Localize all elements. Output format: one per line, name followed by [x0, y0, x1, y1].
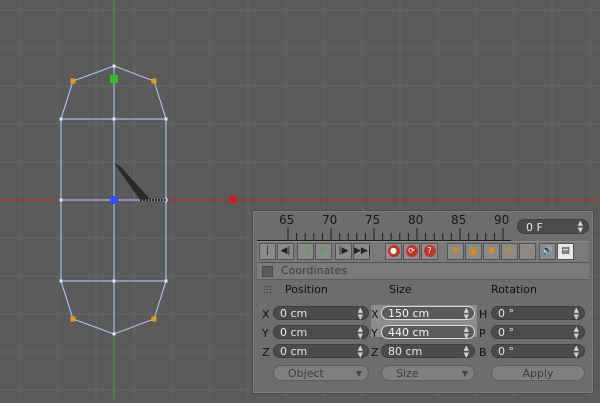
step-forward-icon[interactable]: |▶: [335, 243, 352, 260]
autokeying-icon[interactable]: ⟳: [403, 243, 420, 260]
y-size-handle: [110, 75, 118, 83]
size-z-value: 80 cm: [388, 345, 423, 358]
tangent-handle: [70, 316, 76, 322]
size-mode-value: Size: [396, 367, 419, 380]
capsule-vertex: [112, 332, 116, 336]
size-column-header: Size: [389, 283, 412, 296]
size-y-value: 440 cm: [388, 326, 430, 339]
frame-stepper-icon[interactable]: ▲ ▼: [578, 220, 583, 234]
keyframe-selection-icon[interactable]: ?: [421, 243, 438, 260]
coordinates-manager: Coordinates Position Size Rotation X 0 c…: [257, 263, 589, 391]
size-y-stepper-icon[interactable]: ▲ ▼: [464, 326, 469, 340]
position-key-icon[interactable]: ✥: [447, 243, 464, 260]
timeline-tick-label: 80: [408, 213, 424, 227]
tangent-handle: [151, 316, 157, 322]
x-size-handle: [230, 196, 237, 203]
timeline-ruler[interactable]: 65 70 75 80 85 90 0 F ▲ ▼: [257, 213, 589, 241]
position-z-field[interactable]: 0 cm ▲ ▼: [273, 344, 369, 359]
size-z-stepper-icon[interactable]: ▲ ▼: [464, 345, 469, 359]
play-backwards-icon[interactable]: ◁: [297, 243, 314, 260]
position-z-value: 0 cm: [280, 345, 308, 358]
animation-layout-icon[interactable]: ▤: [557, 243, 574, 260]
size-z-field[interactable]: 80 cm ▲ ▼: [381, 344, 475, 359]
rotation-h-value: 0 °: [498, 307, 514, 320]
position-y-value: 0 cm: [280, 326, 308, 339]
rotation-p-stepper-icon[interactable]: ▲ ▼: [574, 326, 579, 340]
position-y-stepper-icon[interactable]: ▲ ▼: [358, 326, 363, 340]
rotation-h-label: H: [479, 308, 488, 321]
tangent-handle: [70, 78, 76, 84]
position-column-header: Position: [285, 283, 328, 296]
position-x-label: X: [262, 308, 270, 321]
go-to-start-icon[interactable]: |◀◀: [259, 243, 276, 271]
size-x-field[interactable]: 150 cm ▲ ▼: [381, 306, 475, 321]
capsule-vertex: [59, 279, 63, 283]
capsule-vertex: [164, 117, 168, 121]
position-x-value: 0 cm: [280, 307, 308, 320]
size-x-value: 150 cm: [388, 307, 430, 320]
step-back-icon[interactable]: ◀|: [277, 243, 294, 260]
parameter-key-icon[interactable]: Ⓟ: [501, 243, 518, 260]
object-center-handle: [110, 196, 118, 204]
position-z-stepper-icon[interactable]: ▲ ▼: [358, 345, 363, 359]
timeline-tick-label: 75: [365, 213, 381, 227]
rotation-p-label: P: [479, 327, 486, 340]
timeline-coordinates-panel: 65 70 75 80 85 90 0 F ▲▼ |◀◀ ◀| ◁ ▷ |▶ ▶…: [252, 210, 594, 394]
rotation-b-field[interactable]: 0 ° ▲ ▼: [491, 344, 585, 359]
timeline-tick-label: 70: [322, 213, 338, 227]
go-to-end-icon[interactable]: ▶▶|: [353, 243, 371, 260]
capsule-vertex: [59, 117, 63, 121]
tangent-handle: [151, 78, 157, 84]
coordinate-mode-dropdown[interactable]: Object ▼: [273, 365, 369, 381]
position-z-label: Z: [262, 346, 270, 359]
timeline-tick-label: 65: [279, 213, 295, 227]
size-x-label: X: [371, 308, 379, 321]
position-x-stepper-icon[interactable]: ▲ ▼: [358, 307, 363, 321]
capsule-vertex: [112, 117, 116, 121]
position-y-field[interactable]: 0 cm ▲ ▼: [273, 325, 369, 340]
timeline-tick-label: 90: [494, 213, 510, 227]
current-frame-field[interactable]: 0 F ▲ ▼: [517, 219, 589, 234]
timeline-ruler-ticks[interactable]: [257, 213, 511, 241]
size-y-label: Y: [371, 327, 378, 340]
point-level-key-icon[interactable]: ⁙: [519, 243, 536, 260]
current-frame-value: 0 F: [526, 221, 543, 234]
apply-button[interactable]: Apply: [491, 365, 585, 381]
coordinates-toggle-checkbox[interactable]: [262, 266, 273, 277]
grip-icon[interactable]: [263, 285, 273, 295]
rotation-b-label: B: [479, 346, 487, 359]
rotation-h-field[interactable]: 0 ° ▲ ▼: [491, 306, 585, 321]
size-z-label: Z: [371, 346, 379, 359]
coordinates-title: Coordinates: [281, 264, 348, 277]
coordinates-header[interactable]: Coordinates: [257, 263, 589, 280]
capsule-vertex: [164, 279, 168, 283]
timeline-tick-label: 85: [451, 213, 467, 227]
chevron-down-icon: ▼: [355, 369, 362, 378]
rotation-key-icon[interactable]: ✺: [483, 243, 500, 260]
size-y-field[interactable]: 440 cm ▲ ▼: [381, 325, 475, 340]
scale-key-icon[interactable]: ▣: [465, 243, 482, 260]
rotation-h-stepper-icon[interactable]: ▲ ▼: [574, 307, 579, 321]
capsule-vertex: [59, 198, 63, 202]
coordinate-mode-value: Object: [288, 367, 324, 380]
rotation-b-stepper-icon[interactable]: ▲ ▼: [574, 345, 579, 359]
position-x-field[interactable]: 0 cm ▲ ▼: [273, 306, 369, 321]
capsule-vertex: [112, 279, 116, 283]
size-x-stepper-icon[interactable]: ▲ ▼: [464, 307, 469, 321]
shading-wedge: [114, 163, 150, 200]
size-mode-dropdown[interactable]: Size ▼: [381, 365, 475, 381]
position-y-label: Y: [262, 327, 269, 340]
rotation-p-field[interactable]: 0 ° ▲ ▼: [491, 325, 585, 340]
record-active-objects-icon[interactable]: ●: [385, 243, 402, 260]
chevron-down-icon: ▼: [461, 369, 468, 378]
sound-icon[interactable]: 🔊: [539, 243, 556, 260]
transport-toolbar: |◀◀ ◀| ◁ ▷ |▶ ▶▶| ● ⟳ ? ✥ ▣ ✺ Ⓟ ⁙ 🔊 ▤: [257, 241, 589, 271]
rotation-b-value: 0 °: [498, 345, 514, 358]
rotation-column-header: Rotation: [491, 283, 538, 296]
capsule-vertex: [112, 64, 116, 68]
play-forwards-icon[interactable]: ▷: [315, 243, 332, 260]
rotation-p-value: 0 °: [498, 326, 514, 339]
